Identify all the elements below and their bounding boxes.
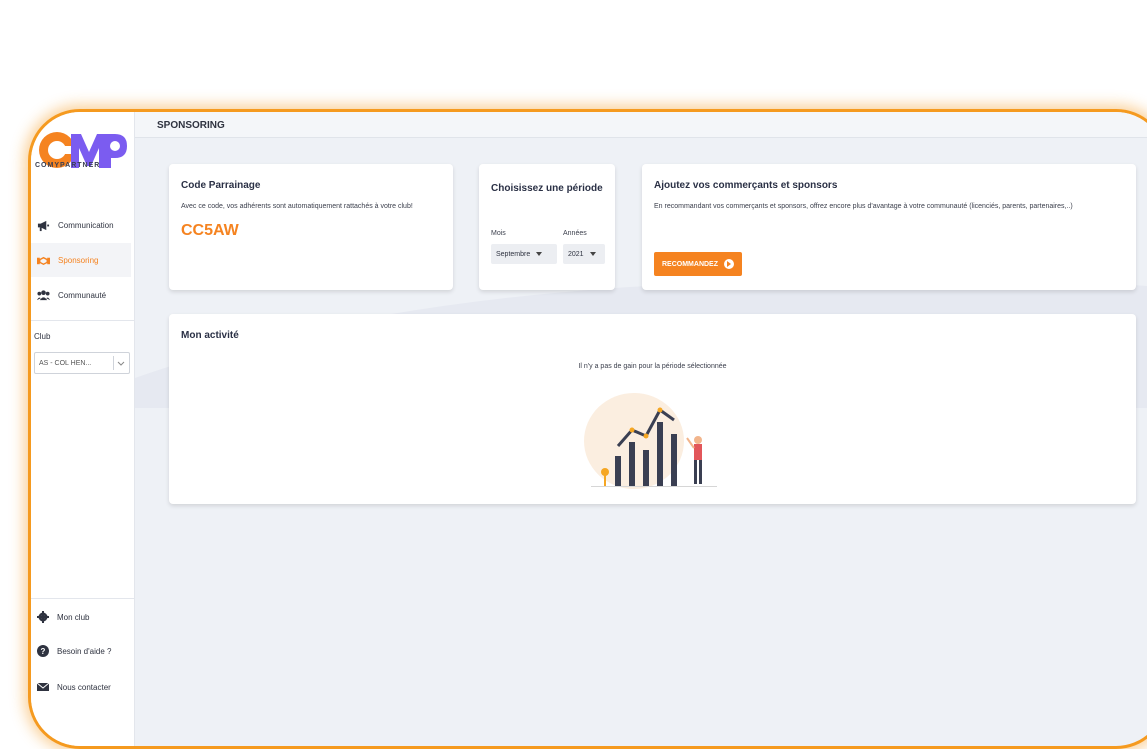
megaphone-icon: [37, 220, 50, 231]
gear-icon: [37, 611, 49, 623]
card-title: Ajoutez vos commerçants et sponsors: [654, 180, 838, 191]
sidebar: COMYPARTNER Communication Sponsoring Com…: [31, 112, 135, 746]
sidebar-item-label: Nous contacter: [57, 682, 111, 692]
logo-wordmark: COMYPARTNER: [35, 162, 101, 169]
card-title: Choisissez une période: [491, 183, 603, 194]
help-icon: ?: [37, 645, 49, 657]
club-label: Club: [34, 332, 51, 341]
card-description: En recommandant vos commerçants et spons…: [654, 203, 1073, 210]
mail-icon: [37, 682, 49, 691]
page-title: SPONSORING: [157, 120, 225, 131]
month-select[interactable]: Septembre: [491, 244, 557, 264]
caret-down-icon: [589, 252, 596, 256]
arrow-right-icon: [724, 259, 734, 269]
caret-down-icon: [536, 252, 543, 256]
sidebar-item-sponsoring[interactable]: Sponsoring: [31, 243, 131, 277]
app-window: COMYPARTNER Communication Sponsoring Com…: [28, 109, 1147, 749]
sidebar-divider: [31, 598, 135, 599]
users-icon: [37, 289, 50, 300]
card-title: Mon activité: [181, 330, 239, 341]
sponsors-card: Ajoutez vos commerçants et sponsors En r…: [642, 164, 1136, 290]
year-select-value: 2021: [568, 250, 584, 258]
sidebar-item-label: Sponsoring: [58, 255, 99, 265]
period-card: Choisissez une période Mois Années Septe…: [479, 164, 615, 290]
sidebar-item-label: Communauté: [58, 290, 107, 300]
year-label: Années: [563, 230, 587, 237]
sidebar-item-mon-club[interactable]: Mon club: [37, 611, 89, 623]
sidebar-item-label: Besoin d'aide ?: [57, 646, 112, 656]
handshake-icon: [37, 256, 50, 265]
activity-card: Mon activité Il n'y a pas de gain pour l…: [169, 314, 1136, 504]
referral-code: CC5AW: [181, 222, 239, 239]
month-select-value: Septembre: [496, 250, 531, 258]
recommend-button-label: RECOMMANDEZ: [662, 260, 718, 268]
chevron-down-icon: [113, 356, 127, 370]
sidebar-divider: [31, 320, 135, 321]
sidebar-item-label: Communication: [58, 220, 114, 230]
sidebar-item-communaute[interactable]: Communauté: [31, 278, 131, 312]
year-select[interactable]: 2021: [563, 244, 605, 264]
empty-message: Il n'y a pas de gain pour la période sél…: [578, 363, 727, 370]
code-parrainage-card: Code Parrainage Avec ce code, vos adhére…: [169, 164, 453, 290]
empty-chart-illustration: [584, 393, 717, 489]
card-description: Avec ce code, vos adhérents sont automat…: [181, 203, 413, 210]
sidebar-item-label: Mon club: [57, 612, 90, 622]
sidebar-item-contact[interactable]: Nous contacter: [37, 681, 111, 693]
club-select-value: AS - COL HEN...: [39, 359, 92, 367]
sidebar-item-help[interactable]: ? Besoin d'aide ?: [37, 645, 111, 657]
page-header: SPONSORING: [135, 112, 1147, 138]
recommend-button[interactable]: RECOMMANDEZ: [654, 252, 742, 276]
sidebar-item-communication[interactable]: Communication: [31, 208, 131, 242]
card-title: Code Parrainage: [181, 180, 261, 191]
month-label: Mois: [491, 230, 506, 237]
svg-text:?: ?: [41, 647, 46, 656]
club-select[interactable]: AS - COL HEN...: [34, 352, 130, 374]
